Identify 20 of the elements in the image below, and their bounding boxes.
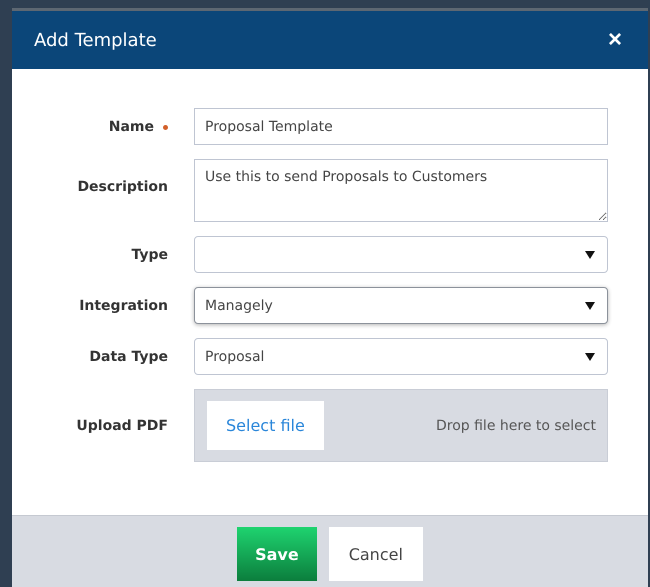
close-button[interactable]: × bbox=[604, 26, 626, 54]
field-label: Name bbox=[108, 118, 168, 134]
cancel-button[interactable]: Cancel bbox=[328, 527, 423, 581]
dropdown-select[interactable]: Proposal bbox=[194, 338, 608, 375]
dropdown-select[interactable] bbox=[194, 236, 608, 273]
caret-icon bbox=[585, 250, 595, 258]
caret-icon bbox=[585, 302, 595, 310]
field-label: Data Type bbox=[89, 348, 168, 364]
description-textarea[interactable]: Use this to send Proposals to Customers bbox=[194, 159, 608, 222]
dialog-title: Add Template bbox=[34, 30, 157, 50]
field-label: Description bbox=[77, 179, 168, 195]
upload-dropzone[interactable]: Select file Drop file here to select bbox=[194, 389, 608, 462]
field-label: Integration bbox=[79, 298, 168, 314]
select-file-button[interactable]: Select file bbox=[207, 401, 324, 450]
field-label: Type bbox=[131, 246, 168, 262]
caret-icon bbox=[585, 352, 595, 360]
dropdown-select[interactable]: Managely bbox=[194, 287, 608, 324]
name-input[interactable]: Proposal Template bbox=[194, 108, 608, 145]
field-label: Upload PDF bbox=[76, 418, 168, 434]
drop-hint: Drop file here to select bbox=[436, 418, 596, 434]
